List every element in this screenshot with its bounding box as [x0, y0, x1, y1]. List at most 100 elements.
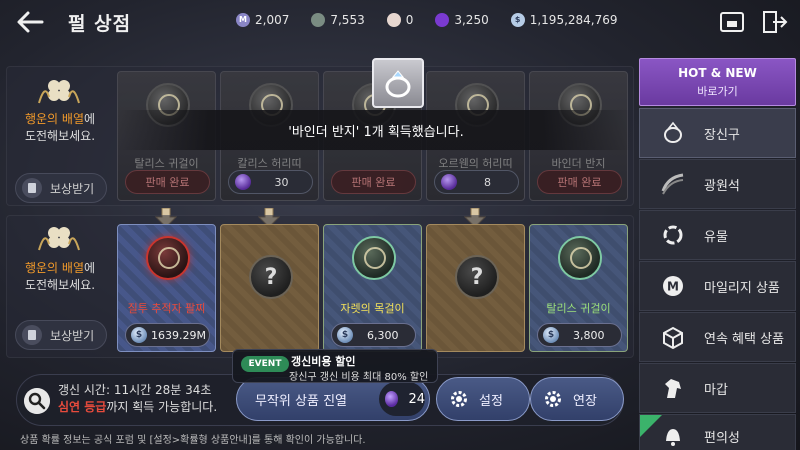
ring-icon	[664, 121, 682, 143]
ring-icon	[385, 70, 411, 98]
sidebar-item-convenience[interactable]: 편의성	[639, 414, 796, 450]
hot-new-button[interactable]: HOT & NEW 바로가기	[639, 58, 796, 106]
sidebar-item-mileage[interactable]: M 마일리지 상품	[639, 261, 796, 311]
hidden-product-card[interactable]: ?	[426, 224, 525, 352]
product-name: 칼리스 허리띠	[237, 157, 302, 170]
reward-label: 보상받기	[50, 328, 95, 343]
currency-value: 2,007	[255, 13, 290, 27]
item-glyph	[158, 247, 180, 269]
toast-message: '바인더 반지' 1개 획득했습니다.	[288, 124, 464, 140]
stone-icon	[311, 13, 326, 27]
search-icon[interactable]	[24, 388, 50, 414]
sold-out-button[interactable]: 판매 완료	[537, 170, 622, 194]
sidebar-label: 마일리지 상품	[704, 280, 780, 296]
sidebar-item-accessory[interactable]: 장신구	[639, 108, 796, 158]
currency-value: 0	[405, 13, 414, 27]
item-glyph	[570, 247, 592, 269]
renew-time: 11시간 28분 34초	[113, 383, 212, 397]
random-label: 무작위 상품 진열	[255, 393, 347, 409]
hot-title: HOT & NEW	[678, 66, 757, 80]
claim-reward-button[interactable]: 보상받기	[15, 173, 107, 203]
product-card[interactable]: 질투 추적자 팔찌 $ 1639.29M	[117, 224, 216, 352]
acquired-toast: '바인더 반지' 1개 획득했습니다.	[116, 110, 636, 150]
mileage-coin-icon: M	[236, 13, 250, 27]
pearl-icon	[386, 13, 401, 27]
info-line-2: 도전해보세요.	[24, 129, 96, 143]
buy-button[interactable]: 8	[434, 170, 519, 194]
gift-icon	[22, 325, 42, 345]
item-glyph	[364, 247, 386, 269]
settings-button[interactable]: 설정	[436, 377, 530, 421]
sold-out-button[interactable]: 판매 완료	[125, 170, 210, 194]
event-subtitle: 장신구 갱신 비용 최대 80% 할인	[289, 372, 429, 383]
claim-reward-button[interactable]: 보상받기	[15, 320, 107, 350]
purple-pearl-icon	[235, 174, 251, 190]
sidebar-item-gem[interactable]: 광원석	[639, 159, 796, 209]
back-arrow-icon[interactable]	[14, 8, 46, 36]
ring-item-icon	[372, 58, 424, 108]
exit-icon[interactable]	[760, 9, 788, 35]
event-title: 갱신비용 할인	[291, 355, 356, 368]
renew-info: 갱신 시간: 11시간 28분 34초 심연 등급까지 획득 가능합니다.	[58, 382, 217, 416]
price-value: 6,300	[367, 328, 399, 342]
buy-button[interactable]: $ 3,800	[537, 323, 622, 347]
product-name: 자렛의 목걸이	[340, 302, 405, 315]
relic-icon	[663, 225, 683, 245]
svg-text:M: M	[667, 280, 679, 294]
sidebar-item-horse-armor[interactable]: 마갑	[639, 363, 796, 413]
probability-notice: 상품 확률 정보는 공식 포럼 및 [설정>확률형 상품안내]를 통해 확인이 …	[20, 435, 366, 446]
buy-button[interactable]: 30	[228, 170, 313, 194]
reward-label: 보상받기	[50, 181, 95, 196]
horse-icon	[665, 379, 681, 398]
question-mark: ?	[470, 264, 484, 290]
sold-out-button[interactable]: 판매 완료	[331, 170, 416, 194]
currency-stone: 7,553	[311, 13, 365, 27]
silver-coin-icon: $	[337, 327, 353, 343]
shop-row-2: 행운의 배열에 도전해보세요. 보상받기 질투 추적자 팔찌 $ 1639.29…	[6, 215, 634, 358]
sidebar-item-continuous-benefit[interactable]: 연속 혜택 상품	[639, 312, 796, 362]
renew-prefix: 갱신 시간:	[58, 383, 114, 397]
product-card[interactable]: 탈리스 귀걸이 $ 3,800	[529, 224, 628, 352]
buy-button[interactable]: $ 1639.29M	[125, 323, 210, 347]
product-name: 질투 추적자 팔찌	[127, 302, 206, 315]
clover-emblem-icon	[38, 80, 80, 104]
info-highlight: 행운의 배열	[24, 261, 84, 275]
currency-pearl: 0	[386, 13, 414, 27]
price-value: 3,800	[573, 328, 605, 342]
necklace-icon	[352, 236, 396, 280]
sidebar-item-relic[interactable]: 유물	[639, 210, 796, 260]
event-badge: EVENT	[241, 356, 289, 372]
random-display-button[interactable]: 무작위 상품 진열 24	[236, 377, 430, 421]
hidden-product-card[interactable]: ?	[220, 224, 319, 352]
currency-value: 3,250	[454, 13, 489, 27]
gift-icon	[22, 178, 42, 198]
info-line-2: 도전해보세요.	[24, 278, 96, 292]
product-card[interactable]: 자렛의 목걸이 $ 6,300	[323, 224, 422, 352]
storage-box-icon[interactable]	[718, 9, 746, 35]
earring-icon	[558, 236, 602, 280]
mileage-icon: M	[663, 276, 683, 296]
grade-line: 심연 등급까지 획득 가능합니다.	[58, 399, 217, 416]
question-mark-icon: ?	[249, 255, 293, 299]
buy-button[interactable]: $ 6,300	[331, 323, 416, 347]
price-value: 8	[484, 175, 491, 189]
price-value: 1639.29M	[151, 328, 206, 342]
gear-icon	[545, 391, 561, 407]
lucky-array-info: 행운의 배열에 도전해보세요. 보상받기	[7, 67, 113, 205]
info-line-1: 행운의 배열에	[7, 260, 113, 277]
currency-value: 1,195,284,769	[529, 13, 618, 27]
page-title: 펄 상점	[68, 13, 132, 35]
grade-suffix: 까지 획득 가능합니다.	[106, 400, 218, 414]
product-name: 바인더 반지	[551, 157, 606, 170]
sidebar-label: 편의성	[704, 431, 740, 446]
info-highlight: 행운의 배열	[24, 112, 84, 126]
currency-silver: $ 1,195,284,769	[510, 13, 618, 27]
currency-value: 7,553	[330, 13, 365, 27]
price-value: 30	[274, 175, 289, 189]
product-name: 오르웬의 허리띠	[438, 157, 513, 170]
gear-icon	[451, 391, 467, 407]
product-name: 탈리스 귀걸이	[546, 302, 611, 315]
extend-button[interactable]: 연장	[530, 377, 624, 421]
settings-label: 설정	[479, 393, 503, 409]
sidebar-label: 유물	[704, 229, 728, 245]
